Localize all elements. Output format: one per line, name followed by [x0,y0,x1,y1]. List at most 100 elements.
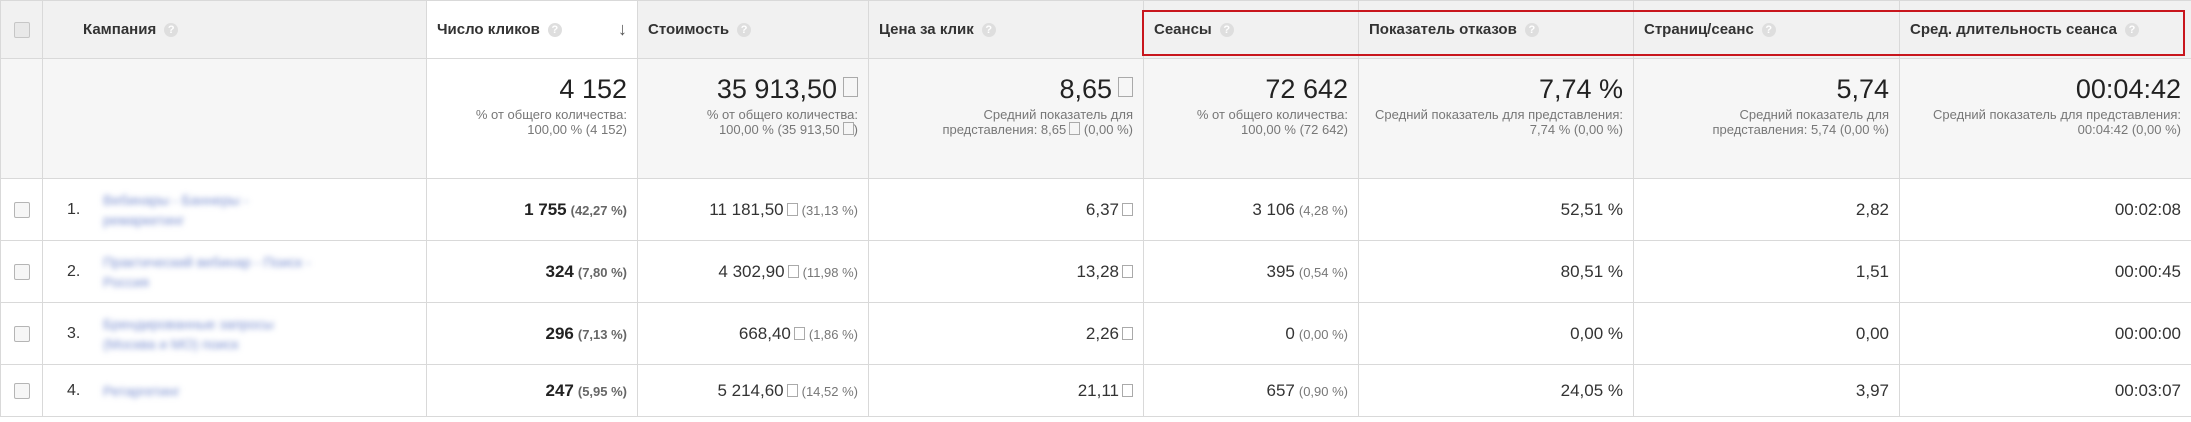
campaign-link[interactable]: Вебинары - Баннеры - ремаркетинг [103,190,313,230]
cpc-cell: 2,26 [868,302,1144,365]
pages-per-session-cell: 2,82 [1633,178,1900,241]
table-row: 2.Практический вебинар - Поиск - Россия … [0,240,2191,303]
select-all-checkbox[interactable] [13,22,30,39]
summary-subtext: % от общего количества: 100,00 % (72 642… [1196,107,1348,137]
summary-subtext: (0,00 %) [1083,122,1133,137]
cost-percent: (14,52 %) [801,383,858,399]
row-checkbox-cell [0,364,43,417]
avg-session-duration-value: 00:03:07 [2114,380,2181,400]
currency-placeholder-icon [786,202,798,216]
column-header-label: Показатель отказов [1369,21,1517,38]
currency-placeholder-icon [842,122,854,135]
row-rank: 3. [67,324,81,342]
sessions-cell: 395 (0,54 %) [1143,240,1359,303]
help-icon[interactable]: ? [1761,22,1776,37]
cpc-value: 6,37 [1085,199,1119,219]
cpc-value: 21,11 [1077,380,1119,400]
campaign-cell: 4. Ретаргетинг [42,364,427,417]
clicks-value: 1 755 [524,199,567,219]
column-header-clicks[interactable]: Число кликов? ↓ [426,0,638,59]
bounce-rate-value: 80,51 % [1560,261,1623,281]
table-row: 4. Ретаргетинг 247 (5,95 %) 5 214,60 (14,52… [0,364,2191,417]
summary-subtext: Средний показатель для представления: 5,… [1712,107,1889,137]
row-checkbox[interactable] [13,264,30,281]
clicks-percent: (5,95 %) [577,383,627,399]
currency-placeholder-icon [1122,326,1133,340]
cpc-value: 2,26 [1085,323,1119,343]
help-icon[interactable]: ? [164,22,179,37]
column-header-pages-per-session[interactable]: Страниц/сеанс? [1633,0,1900,59]
cost-percent: (11,98 %) [802,264,858,280]
avg-session-duration-cell: 00:00:45 [1899,240,2191,303]
sessions-cell: 657 (0,90 %) [1143,364,1359,417]
row-rank: 1. [67,200,81,218]
header-row: Кампания? Число кликов? ↓ Стоимость? Цена… [0,0,2191,59]
campaign-link[interactable]: Ретаргетинг [103,381,313,401]
campaign-link[interactable]: Практический вебинар - Поиск - Россия [103,252,313,292]
column-header-label: Кампания [83,21,157,38]
currency-placeholder-icon [1122,202,1133,216]
summary-subtext: Средний показатель для представления: 00… [1933,107,2181,137]
summary-subtext: 100,00 % (35 913,50 [718,122,840,137]
cost-percent: (31,13 %) [801,202,858,218]
sessions-cell: 0 (0,00 %) [1143,302,1359,365]
bounce-rate-cell: 24,05 % [1358,364,1634,417]
summary-value: 5,74 [1836,74,1889,104]
cost-percent: (1,86 %) [808,326,858,342]
help-icon[interactable]: ? [547,22,562,37]
cost-value: 11 181,50 [709,199,784,219]
row-checkbox[interactable] [13,326,30,343]
avg-session-duration-value: 00:02:08 [2114,199,2181,219]
column-header-avg-session-duration[interactable]: Сред. длительность сеанса? [1899,0,2191,59]
campaign-link[interactable]: Брендированные запросы (Москва и МО) пои… [103,314,313,354]
column-header-label: Сред. длительность сеанса [1910,21,2117,38]
column-header-cost[interactable]: Стоимость? [637,0,869,59]
help-icon[interactable]: ? [1219,22,1234,37]
bounce-rate-value: 0,00 % [1570,323,1623,343]
column-header-campaign[interactable]: Кампания? [42,0,427,59]
campaign-cell: 1. Вебинары - Баннеры - ремаркетинг [42,178,427,241]
help-icon[interactable]: ? [2124,22,2139,37]
currency-placeholder-icon [1118,77,1133,97]
cpc-value: 13,28 [1076,261,1119,281]
campaign-report-table: Кампания? Число кликов? ↓ Стоимость? Цена… [0,0,2191,417]
help-icon[interactable]: ? [981,22,996,37]
column-header-bounce-rate[interactable]: Показатель отказов? [1358,0,1634,59]
table-row: 3. Брендированные запросы (Москва и МО) п… [0,302,2191,365]
clicks-value: 247 [545,380,574,400]
avg-session-duration-cell: 00:02:08 [1899,178,2191,241]
summary-subtext: представления: 8,65 [942,122,1067,137]
pages-per-session-value: 1,51 [1855,261,1889,281]
campaign-cell: 2. Практический вебинар - Поиск - Россия [42,240,427,303]
column-header-sessions[interactable]: Сеансы? [1143,0,1359,59]
help-icon[interactable]: ? [1524,22,1539,37]
summary-cpc: 8,65 Средний показатель для представления… [868,58,1144,179]
sessions-value: 395 [1266,261,1295,281]
currency-placeholder-icon [786,383,798,397]
clicks-value: 296 [545,323,574,343]
pages-per-session-cell: 1,51 [1633,240,1900,303]
clicks-value: 324 [545,261,574,281]
avg-session-duration-cell: 00:03:07 [1899,364,2191,417]
sessions-percent: (0,90 %) [1298,383,1348,399]
cpc-cell: 6,37 [868,178,1144,241]
column-header-cpc[interactable]: Цена за клик? [868,0,1144,59]
cost-cell: 4 302,90 (11,98 %) [637,240,869,303]
pages-per-session-value: 2,82 [1855,199,1889,219]
row-checkbox[interactable] [13,383,30,400]
clicks-percent: (42,27 %) [570,202,627,218]
pages-per-session-value: 0,00 [1855,323,1889,343]
summary-row: 4 152 % от общего количества: 100,00 % (… [0,58,2191,179]
summary-subtext: % от общего количества: [706,107,858,122]
clicks-percent: (7,80 %) [577,264,627,280]
sessions-percent: (4,28 %) [1298,202,1348,218]
cost-value: 668,40 [738,323,791,343]
pages-per-session-value: 3,97 [1855,380,1889,400]
help-icon[interactable]: ? [737,22,752,37]
table-row: 1. Вебинары - Баннеры - ремаркетинг 1 755… [0,178,2191,241]
sort-descending-icon[interactable]: ↓ [618,19,627,40]
summary-subtext: Средний показатель для [983,107,1133,122]
pages-per-session-cell: 3,97 [1633,364,1900,417]
row-checkbox[interactable] [13,202,30,219]
row-checkbox-cell [0,178,43,241]
